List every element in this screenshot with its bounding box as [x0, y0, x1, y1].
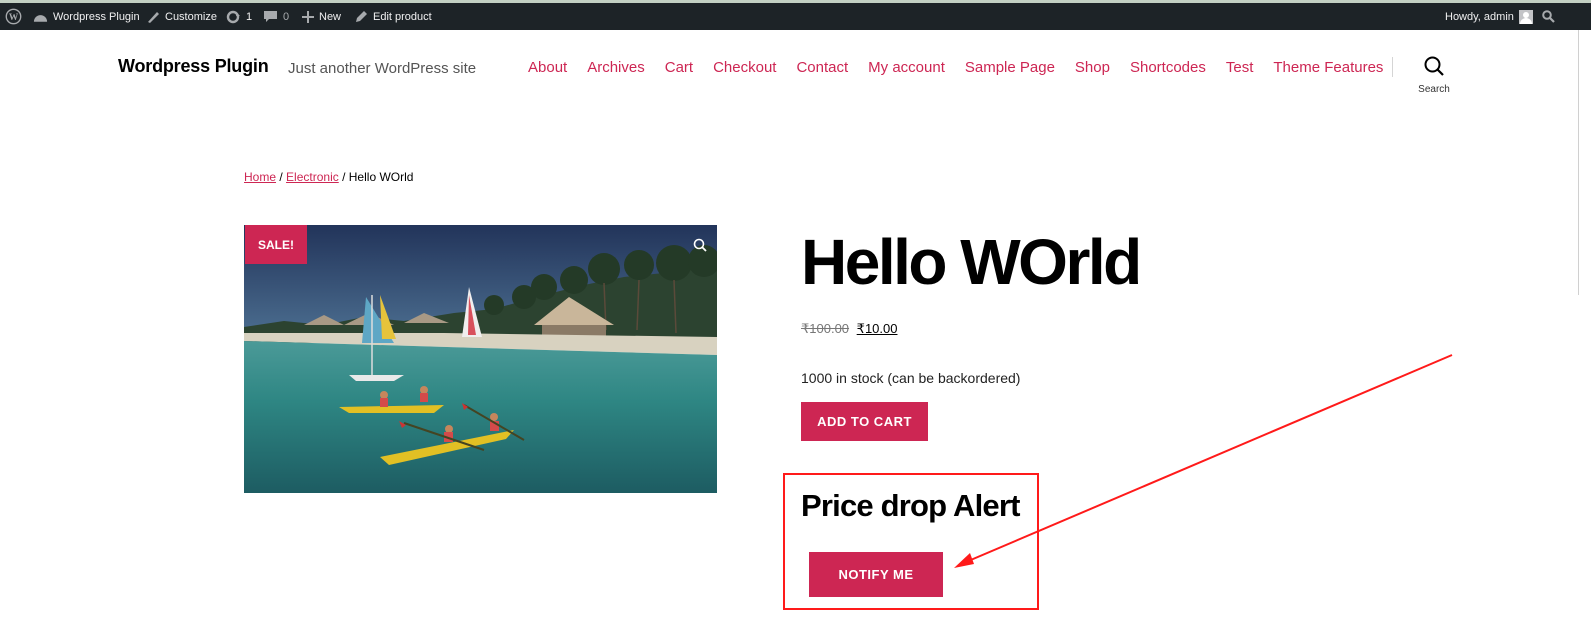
notify-me-button[interactable]: NOTIFY ME — [809, 552, 943, 597]
admin-bar-comments[interactable]: 0 — [263, 3, 289, 30]
admin-bar-updates[interactable]: 1 — [225, 3, 252, 30]
admin-bar-new[interactable]: New — [302, 3, 341, 30]
sale-badge: SALE! — [245, 225, 307, 264]
search-toggle-button[interactable]: Search — [1412, 55, 1456, 97]
nav-item-shortcodes[interactable]: Shortcodes — [1130, 59, 1206, 76]
nav-item-theme-features[interactable]: Theme Features — [1273, 59, 1383, 76]
updates-icon — [226, 10, 240, 23]
annotation-arrow-icon — [954, 354, 1453, 568]
admin-bar-site-link[interactable]: Wordpress Plugin — [33, 3, 140, 30]
howdy-label: Howdy, admin — [1445, 10, 1514, 23]
zoom-icon[interactable] — [693, 238, 707, 257]
add-to-cart-button[interactable]: ADD TO CART — [801, 402, 928, 441]
search-icon — [1424, 56, 1444, 76]
admin-bar-edit-product[interactable]: Edit product — [355, 3, 432, 30]
admin-bar-search-icon[interactable] — [1542, 3, 1555, 30]
search-label: Search — [1418, 84, 1450, 95]
nav-item-my-account[interactable]: My account — [868, 59, 945, 76]
breadcrumb: Home / Electronic / Hello WOrld — [244, 170, 413, 184]
updates-count: 1 — [246, 10, 253, 23]
site-title[interactable]: Wordpress Plugin — [118, 56, 269, 77]
nav-item-shop[interactable]: Shop — [1075, 59, 1110, 76]
dashboard-icon — [33, 14, 48, 22]
comment-icon — [264, 10, 277, 22]
primary-nav: About Archives Cart Checkout Contact My … — [528, 59, 1403, 76]
nav-item-cart[interactable]: Cart — [665, 59, 693, 76]
admin-bar-account[interactable]: Howdy, admin — [1445, 3, 1533, 30]
nav-item-contact[interactable]: Contact — [796, 59, 848, 76]
nav-item-test[interactable]: Test — [1226, 59, 1254, 76]
nav-item-checkout[interactable]: Checkout — [713, 59, 776, 76]
admin-bar: W Wordpress Plugin Customize 1 0 New Edi… — [0, 0, 1591, 30]
nav-item-sample-page[interactable]: Sample Page — [965, 59, 1055, 76]
admin-bar-site-name: Wordpress Plugin — [53, 10, 140, 23]
regular-price: ₹100.00 — [801, 321, 850, 336]
wordpress-logo-icon[interactable]: W — [5, 3, 22, 30]
edit-product-label: Edit product — [373, 10, 432, 23]
pencil-icon — [356, 11, 367, 22]
svg-text:W: W — [9, 13, 19, 23]
scrollbar[interactable] — [1566, 30, 1591, 632]
admin-bar-customize[interactable]: Customize — [146, 3, 217, 30]
breadcrumb-current: Hello WOrld — [348, 170, 414, 184]
site-tagline: Just another WordPress site — [288, 60, 477, 77]
plus-icon — [302, 10, 314, 23]
breadcrumb-category-link[interactable]: Electronic — [286, 170, 339, 184]
customize-label: Customize — [165, 10, 217, 23]
brush-icon — [148, 11, 159, 23]
breadcrumb-separator: / — [279, 170, 283, 184]
new-label: New — [319, 10, 342, 23]
comments-count: 0 — [283, 10, 290, 23]
nav-item-archives[interactable]: Archives — [587, 59, 645, 76]
nav-divider — [1392, 57, 1393, 77]
product-price: ₹100.00 ₹10.00 — [801, 321, 897, 337]
nav-item-about[interactable]: About — [528, 59, 567, 76]
breadcrumb-separator: / — [342, 170, 346, 184]
sale-price: ₹10.00 — [856, 321, 898, 336]
breadcrumb-home-link[interactable]: Home — [244, 170, 276, 184]
product-image[interactable] — [244, 225, 717, 493]
product-title: Hello WOrld — [801, 226, 1142, 298]
avatar — [1518, 9, 1533, 24]
